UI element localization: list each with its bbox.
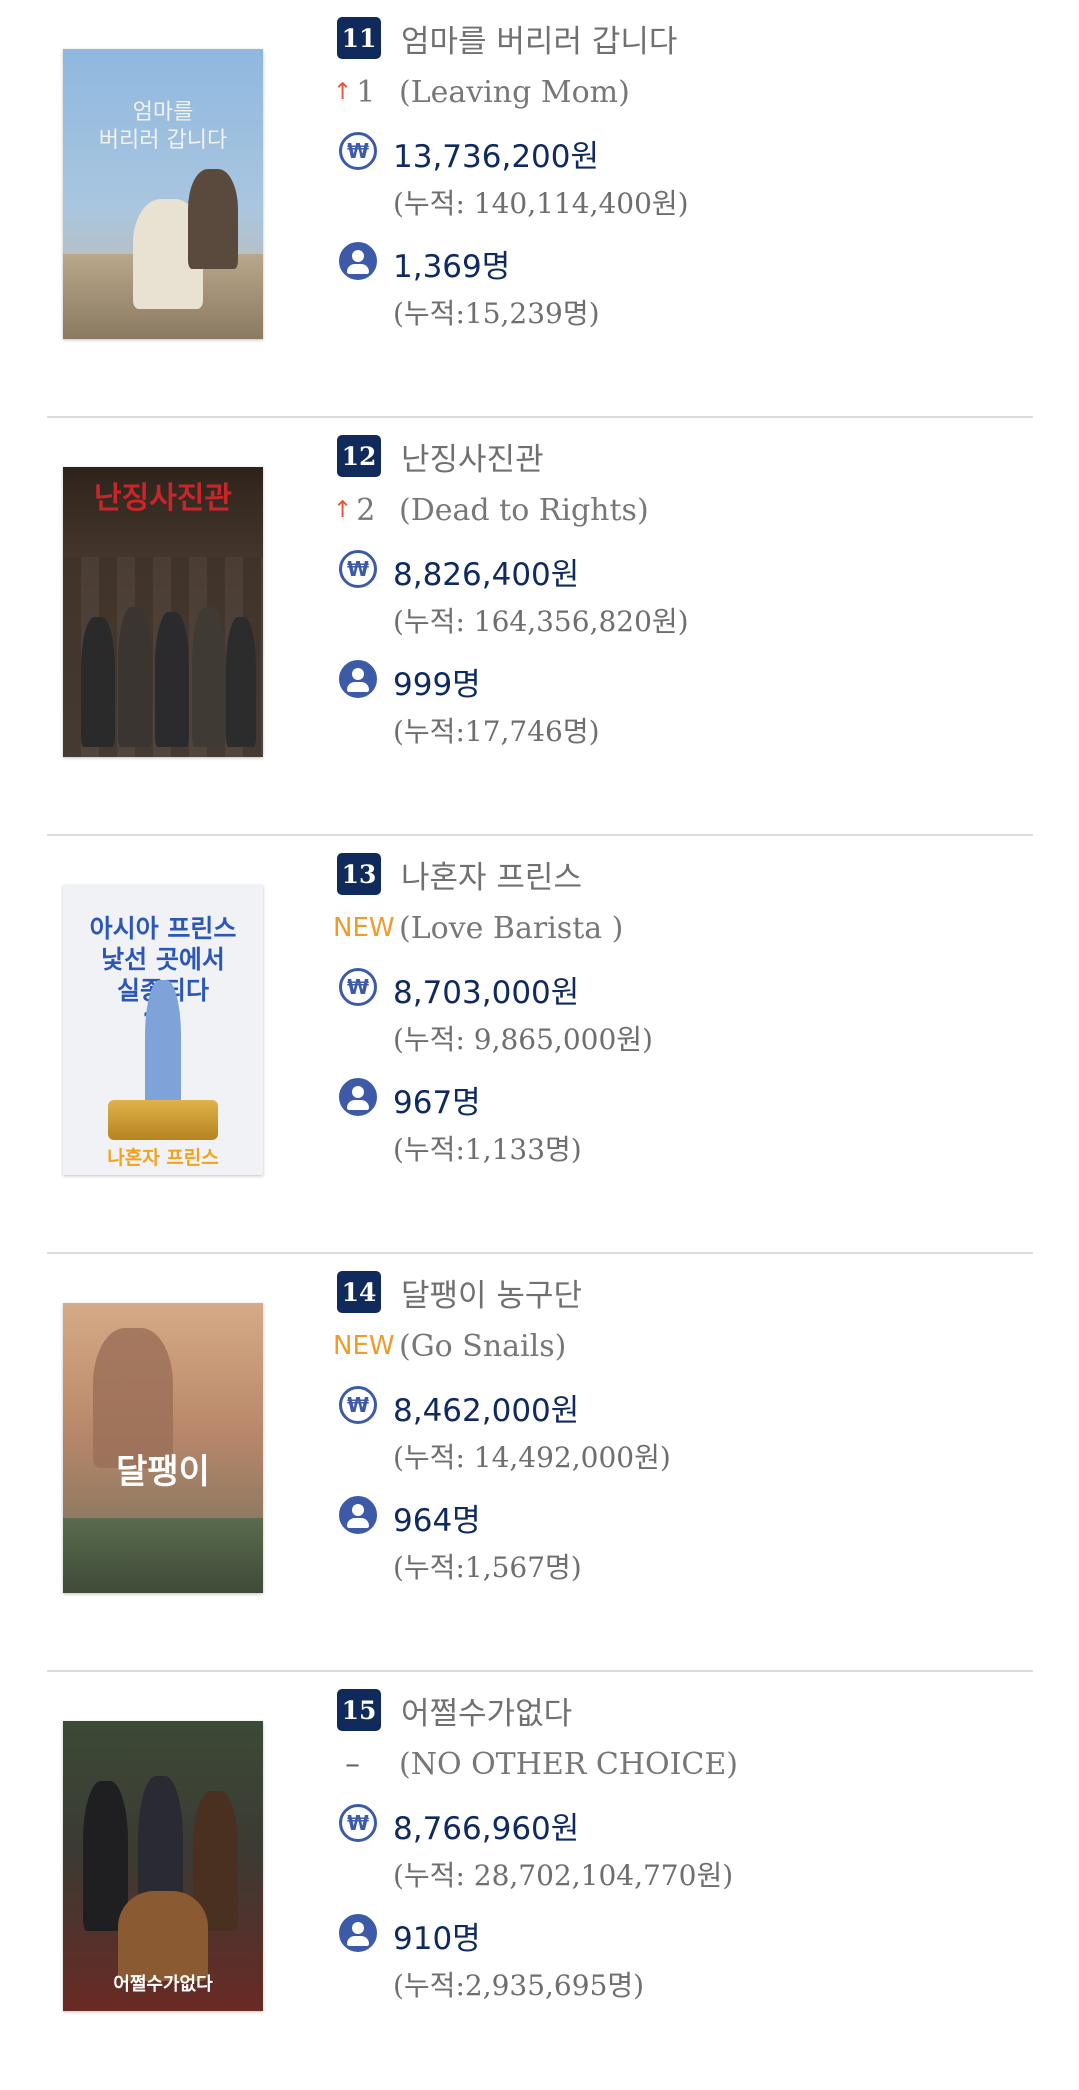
rank-badge: 11 xyxy=(337,17,381,59)
won-icon: ₩ xyxy=(339,132,377,170)
person-icon xyxy=(339,1496,377,1534)
poster-figure xyxy=(145,980,181,1120)
daily-sales: 8,462,000원 xyxy=(393,1393,580,1429)
movie-item[interactable]: 달팽이 14 달팽이 농구단 NEW (Go Snails) ₩ 8,462,0… xyxy=(47,1254,1033,1672)
movie-item[interactable]: 아시아 프린스 낯선 곳에서 실종되다 ??! 나혼자 프린스 13 나혼자 프… xyxy=(47,836,1033,1254)
poster-crown xyxy=(108,1100,218,1140)
movie-info: 11 엄마를 버리러 갑니다 ↑ 1 (Leaving Mom) ₩ 13,73… xyxy=(333,0,1027,416)
movie-poster[interactable]: 어쩔수가없다 xyxy=(63,1721,263,2011)
change-line: – (NO OTHER CHOICE) xyxy=(333,1744,738,1784)
change-line: ↑ 1 (Leaving Mom) xyxy=(333,72,630,112)
movie-title-english: (Dead to Rights) xyxy=(399,492,649,528)
rank-line: 14 달팽이 농구단 xyxy=(337,1270,582,1315)
cumulative-audience: (누적:15,239명) xyxy=(393,297,600,330)
rank-badge: 15 xyxy=(337,1689,381,1731)
cumulative-sales: (누적: 164,356,820원) xyxy=(393,605,689,638)
rank-badge: 13 xyxy=(337,853,381,895)
person-icon xyxy=(339,1078,377,1116)
rank-change: ↑ 1 xyxy=(333,75,399,110)
rank-change-none: – xyxy=(345,1746,360,1782)
daily-audience: 967명 xyxy=(393,1085,481,1121)
poster-title: 어쩔수가없다 xyxy=(113,1974,213,1995)
poster-figure xyxy=(83,1781,128,1931)
person-icon xyxy=(339,242,377,280)
rank-line: 15 어쩔수가없다 xyxy=(337,1688,572,1733)
rank-change: ↑ 2 xyxy=(333,493,399,528)
daily-audience: 910명 xyxy=(393,1921,481,1957)
cumulative-sales: (누적: 9,865,000원) xyxy=(393,1023,653,1056)
rank-line: 13 나혼자 프린스 xyxy=(337,852,582,897)
poster-figure xyxy=(188,169,238,269)
movie-poster[interactable]: 아시아 프린스 낯선 곳에서 실종되다 ??! 나혼자 프린스 xyxy=(63,885,263,1175)
daily-audience: 1,369명 xyxy=(393,249,511,285)
rank-change-value: 1 xyxy=(356,74,376,110)
rank-change-value: 2 xyxy=(356,492,376,528)
change-line: ↑ 2 (Dead to Rights) xyxy=(333,490,649,530)
rank-badge: 12 xyxy=(337,435,381,477)
movie-title-english: (Love Barista ) xyxy=(399,910,624,946)
won-icon: ₩ xyxy=(339,550,377,588)
rank-change-new: NEW xyxy=(333,913,395,943)
poster-figure xyxy=(192,607,226,747)
arrow-up-icon: ↑ xyxy=(333,497,353,523)
movie-title-korean[interactable]: 달팽이 농구단 xyxy=(401,1270,582,1315)
cumulative-audience: (누적:1,133명) xyxy=(393,1133,582,1166)
poster-figure xyxy=(118,607,152,747)
movie-title-korean[interactable]: 나혼자 프린스 xyxy=(401,852,582,897)
rank-badge: 14 xyxy=(337,1271,381,1313)
movie-info: 13 나혼자 프린스 NEW (Love Barista ) ₩ 8,703,0… xyxy=(333,836,1027,1252)
person-icon xyxy=(339,1914,377,1952)
cumulative-audience: (누적:2,935,695명) xyxy=(393,1969,645,2002)
poster-figure xyxy=(155,612,189,747)
daily-sales: 8,826,400원 xyxy=(393,557,580,593)
poster-figure xyxy=(118,1891,208,1981)
movie-title-korean[interactable]: 난징사진관 xyxy=(401,434,544,479)
box-office-list: 엄마를 버리러 갑니다 11 엄마를 버리러 갑니다 ↑ 1 (Leaving … xyxy=(0,0,1079,2069)
cumulative-audience: (누적:1,567명) xyxy=(393,1551,582,1584)
movie-poster[interactable]: 난징사진관 xyxy=(63,467,263,757)
cumulative-sales: (누적: 14,492,000원) xyxy=(393,1441,671,1474)
movie-title-korean[interactable]: 어쩔수가없다 xyxy=(401,1688,572,1733)
poster-title: 달팽이 xyxy=(116,1452,210,1492)
daily-sales: 8,766,960원 xyxy=(393,1811,580,1847)
won-icon: ₩ xyxy=(339,1804,377,1842)
movie-title-english: (NO OTHER CHOICE) xyxy=(399,1746,738,1782)
movie-poster[interactable]: 달팽이 xyxy=(63,1303,263,1593)
won-icon: ₩ xyxy=(339,1386,377,1424)
poster-figure xyxy=(81,617,115,747)
movie-title-korean[interactable]: 엄마를 버리러 갑니다 xyxy=(401,16,677,61)
poster-title: 엄마를 버리러 갑니다 xyxy=(98,100,228,153)
poster-team xyxy=(63,1518,263,1593)
person-icon xyxy=(339,660,377,698)
movie-item[interactable]: 어쩔수가없다 15 어쩔수가없다 – (NO OTHER CHOICE) ₩ 8… xyxy=(47,1672,1033,2090)
daily-audience: 964명 xyxy=(393,1503,481,1539)
arrow-up-icon: ↑ xyxy=(333,79,353,105)
change-line: NEW (Go Snails) xyxy=(333,1326,566,1366)
daily-sales: 13,736,200원 xyxy=(393,139,600,175)
change-line: NEW (Love Barista ) xyxy=(333,908,623,948)
poster-figure xyxy=(93,1328,173,1468)
daily-audience: 999명 xyxy=(393,667,481,703)
poster-figure xyxy=(226,617,256,747)
movie-info: 12 난징사진관 ↑ 2 (Dead to Rights) ₩ 8,826,40… xyxy=(333,418,1027,834)
rank-line: 12 난징사진관 xyxy=(337,434,544,479)
won-icon: ₩ xyxy=(339,968,377,1006)
cumulative-sales: (누적: 28,702,104,770원) xyxy=(393,1859,734,1892)
poster-subtitle: 나혼자 프린스 xyxy=(107,1147,219,1169)
movie-title-english: (Go Snails) xyxy=(399,1328,567,1364)
movie-title-english: (Leaving Mom) xyxy=(399,74,630,110)
cumulative-sales: (누적: 140,114,400원) xyxy=(393,187,689,220)
rank-change-new: NEW xyxy=(333,1331,395,1361)
movie-info: 15 어쩔수가없다 – (NO OTHER CHOICE) ₩ 8,766,96… xyxy=(337,1672,1027,2090)
daily-sales: 8,703,000원 xyxy=(393,975,580,1011)
movie-item[interactable]: 난징사진관 12 난징사진관 ↑ 2 (Dead to Rights) ₩ 8,… xyxy=(47,418,1033,836)
rank-line: 11 엄마를 버리러 갑니다 xyxy=(337,16,677,61)
movie-item[interactable]: 엄마를 버리러 갑니다 11 엄마를 버리러 갑니다 ↑ 1 (Leaving … xyxy=(47,0,1033,418)
poster-title: 난징사진관 xyxy=(94,481,232,516)
movie-poster[interactable]: 엄마를 버리러 갑니다 xyxy=(63,49,263,339)
cumulative-audience: (누적:17,746명) xyxy=(393,715,600,748)
movie-info: 14 달팽이 농구단 NEW (Go Snails) ₩ 8,462,000원 … xyxy=(333,1254,1027,1670)
